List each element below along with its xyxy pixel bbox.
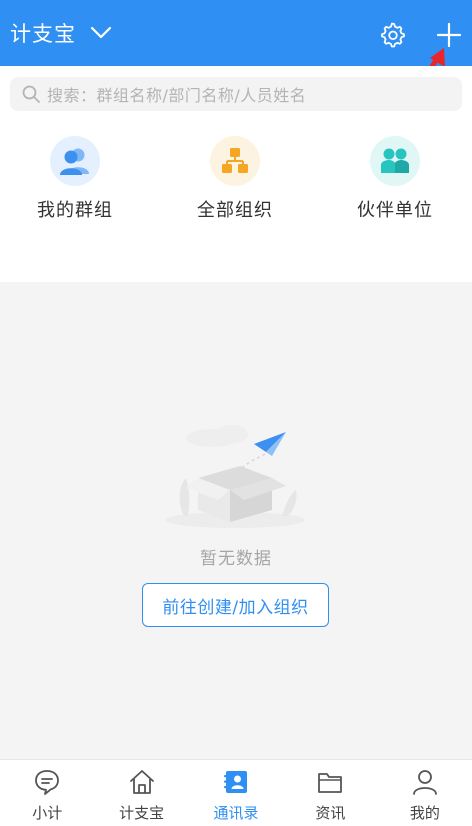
empty-box-illustration — [165, 425, 305, 528]
top-panel: 搜索：群组名称/部门名称/人员姓名 我的群组 全部组织 伙伴单位 — [0, 66, 472, 282]
home-icon — [129, 770, 154, 794]
all-orgs-button[interactable]: 全部组织 — [170, 136, 300, 222]
partners-button[interactable]: 伙伴单位 — [330, 136, 460, 222]
nav-item-jizhibao[interactable]: 计支宝 — [94, 760, 188, 826]
search-input[interactable]: 搜索：群组名称/部门名称/人员姓名 — [10, 77, 462, 111]
chat-bubble-icon — [35, 770, 60, 795]
chevron-down-icon — [90, 26, 112, 39]
search-placeholder: 搜索：群组名称/部门名称/人员姓名 — [47, 86, 307, 105]
bottom-nav: 小计 计支宝 通讯录 资讯 我的 — [0, 759, 472, 826]
nav-item-contacts[interactable]: 通讯录 — [189, 760, 283, 826]
create-join-org-button[interactable]: 前往创建/加入组织 — [142, 583, 329, 627]
nav-label-xiaoji: 小计 — [32, 804, 63, 822]
nav-label-mine: 我的 — [409, 804, 440, 822]
nav-item-news[interactable]: 资讯 — [283, 760, 377, 826]
search-icon — [22, 85, 40, 103]
partners-label: 伙伴单位 — [357, 200, 433, 221]
folder-icon — [318, 773, 343, 793]
partner-icon — [370, 136, 420, 186]
nav-label-contacts: 通讯录 — [213, 804, 259, 822]
gear-icon[interactable] — [380, 22, 406, 48]
group-icon — [50, 136, 100, 186]
nav-label-news: 资讯 — [315, 804, 346, 822]
org-switcher[interactable]: 计支宝 — [10, 18, 112, 48]
person-icon — [412, 770, 437, 795]
nav-label-jizhibao: 计支宝 — [119, 804, 165, 822]
empty-message: 暂无数据 — [200, 549, 272, 569]
my-groups-label: 我的群组 — [37, 200, 113, 221]
contacts-icon — [224, 771, 248, 793]
nav-item-xiaoji[interactable]: 小计 — [0, 760, 94, 826]
nav-item-mine[interactable]: 我的 — [378, 760, 472, 826]
app-header: 计支宝 — [0, 0, 472, 66]
my-groups-button[interactable]: 我的群组 — [10, 136, 140, 222]
org-title: 计支宝 — [10, 22, 76, 46]
all-orgs-label: 全部组织 — [197, 200, 273, 221]
org-chart-icon — [210, 136, 260, 186]
